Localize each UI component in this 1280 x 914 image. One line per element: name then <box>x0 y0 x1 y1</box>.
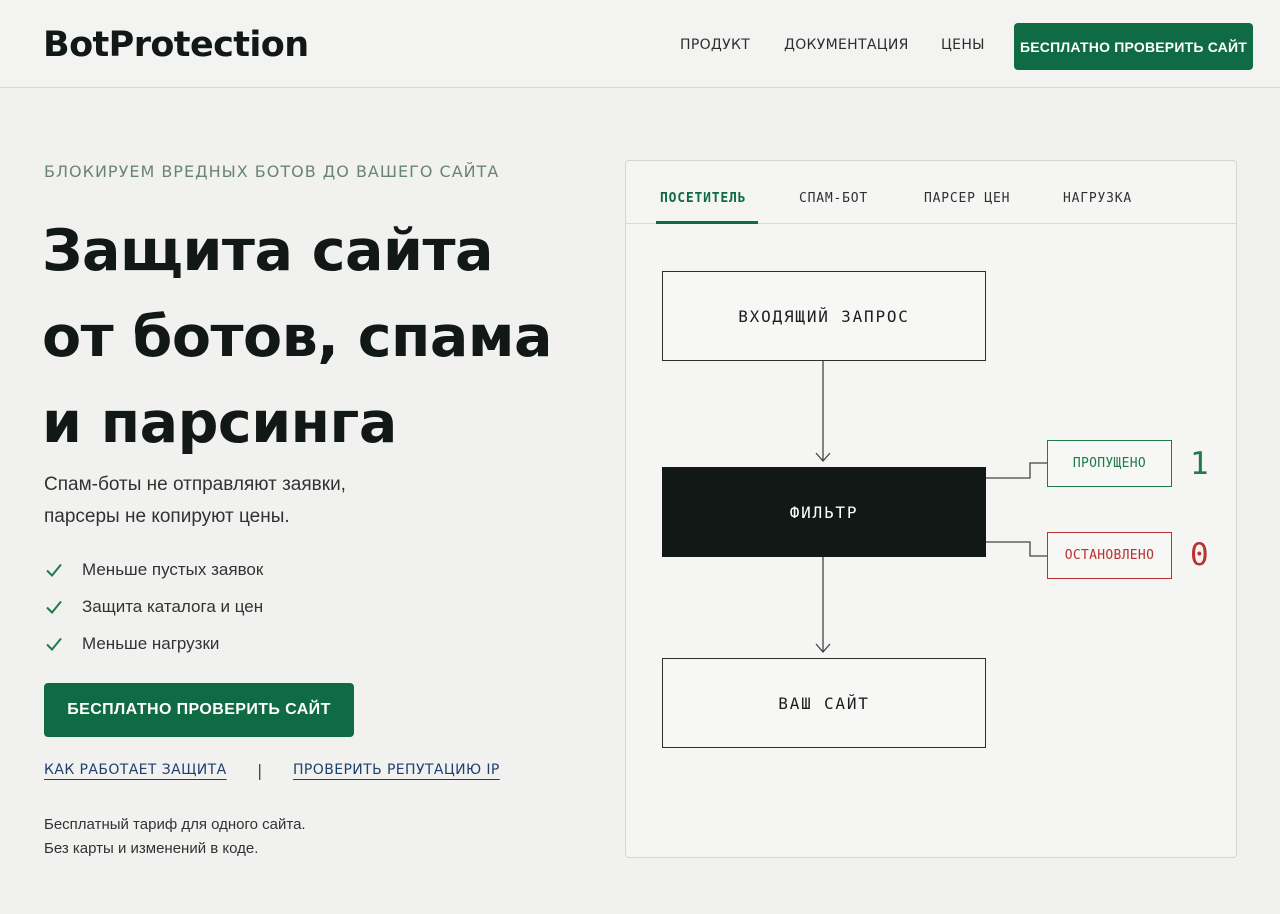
pricing-note-line: Бесплатный тариф для одного сайта. <box>44 816 306 833</box>
feature-label: Меньше пустых заявок <box>82 559 264 579</box>
tab-load[interactable]: НАГРУЗКА <box>1063 191 1132 206</box>
feature-list: Меньше пустых заявок Защита каталога и ц… <box>44 551 263 662</box>
logo[interactable]: BotProtection <box>43 25 309 65</box>
tab-price-parser[interactable]: ПАРСЕР ЦЕН <box>924 191 1010 206</box>
passed-badge: ПРОПУЩЕНО <box>1047 440 1172 487</box>
feature-item: Защита каталога и цен <box>44 588 263 625</box>
hero-subtitle-line: парсеры не копируют цены. <box>44 506 290 527</box>
stopped-badge: ОСТАНОВЛЕНО <box>1047 532 1172 579</box>
site-header: BotProtection ПРОДУКТ ДОКУМЕНТАЦИЯ ЦЕНЫ … <box>0 0 1280 88</box>
hero-title-line: от ботов, спама <box>42 304 552 370</box>
demo-tabs: ПОСЕТИТЕЛЬ СПАМ-БОТ ПАРСЕР ЦЕН НАГРУЗКА <box>626 161 1236 224</box>
feature-label: Меньше нагрузки <box>82 633 220 653</box>
hero-check-site-button[interactable]: БЕСПЛАТНО ПРОВЕРИТЬ САЙТ <box>44 683 354 737</box>
header-check-site-button[interactable]: БЕСПЛАТНО ПРОВЕРИТЬ САЙТ <box>1014 23 1253 70</box>
filter-box: ФИЛЬТР <box>662 467 986 557</box>
active-tab-indicator <box>656 221 758 224</box>
nav-product[interactable]: ПРОДУКТ <box>680 37 750 53</box>
check-ip-reputation-link[interactable]: ПРОВЕРИТЬ РЕПУТАЦИЮ IP <box>293 762 500 778</box>
passed-count: 1 <box>1190 446 1209 482</box>
feature-item: Меньше пустых заявок <box>44 551 263 588</box>
check-icon <box>44 634 64 654</box>
pricing-note: Бесплатный тариф для одного сайта. Без к… <box>44 813 306 861</box>
pricing-note-line: Без карты и изменений в коде. <box>44 840 259 857</box>
hero-title: Защита сайта от ботов, спама и парсинга <box>42 208 552 466</box>
nav-pricing[interactable]: ЦЕНЫ <box>941 37 985 53</box>
link-separator: | <box>257 761 263 780</box>
incoming-request-box: ВХОДЯЩИЙ ЗАПРОС <box>662 271 986 361</box>
how-protection-works-link[interactable]: КАК РАБОТАЕТ ЗАЩИТА <box>44 762 227 778</box>
feature-item: Меньше нагрузки <box>44 625 263 662</box>
hero-subtitle: Спам-боты не отправляют заявки, парсеры … <box>44 469 346 533</box>
check-icon <box>44 560 64 580</box>
check-icon <box>44 597 64 617</box>
stopped-count: 0 <box>1190 537 1209 573</box>
nav-documentation[interactable]: ДОКУМЕНТАЦИЯ <box>784 37 909 53</box>
hero-title-line: и парсинга <box>42 390 397 456</box>
hero-subtitle-line: Спам-боты не отправляют заявки, <box>44 474 346 495</box>
tab-visitor[interactable]: ПОСЕТИТЕЛЬ <box>660 191 746 206</box>
your-site-box: ВАШ САЙТ <box>662 658 986 748</box>
tab-spam-bot[interactable]: СПАМ-БОТ <box>799 191 868 206</box>
hero-title-line: Защита сайта <box>42 218 493 284</box>
hero-eyebrow: БЛОКИРУЕМ ВРЕДНЫХ БОТОВ ДО ВАШЕГО САЙТА <box>44 162 500 181</box>
feature-label: Защита каталога и цен <box>82 596 264 616</box>
